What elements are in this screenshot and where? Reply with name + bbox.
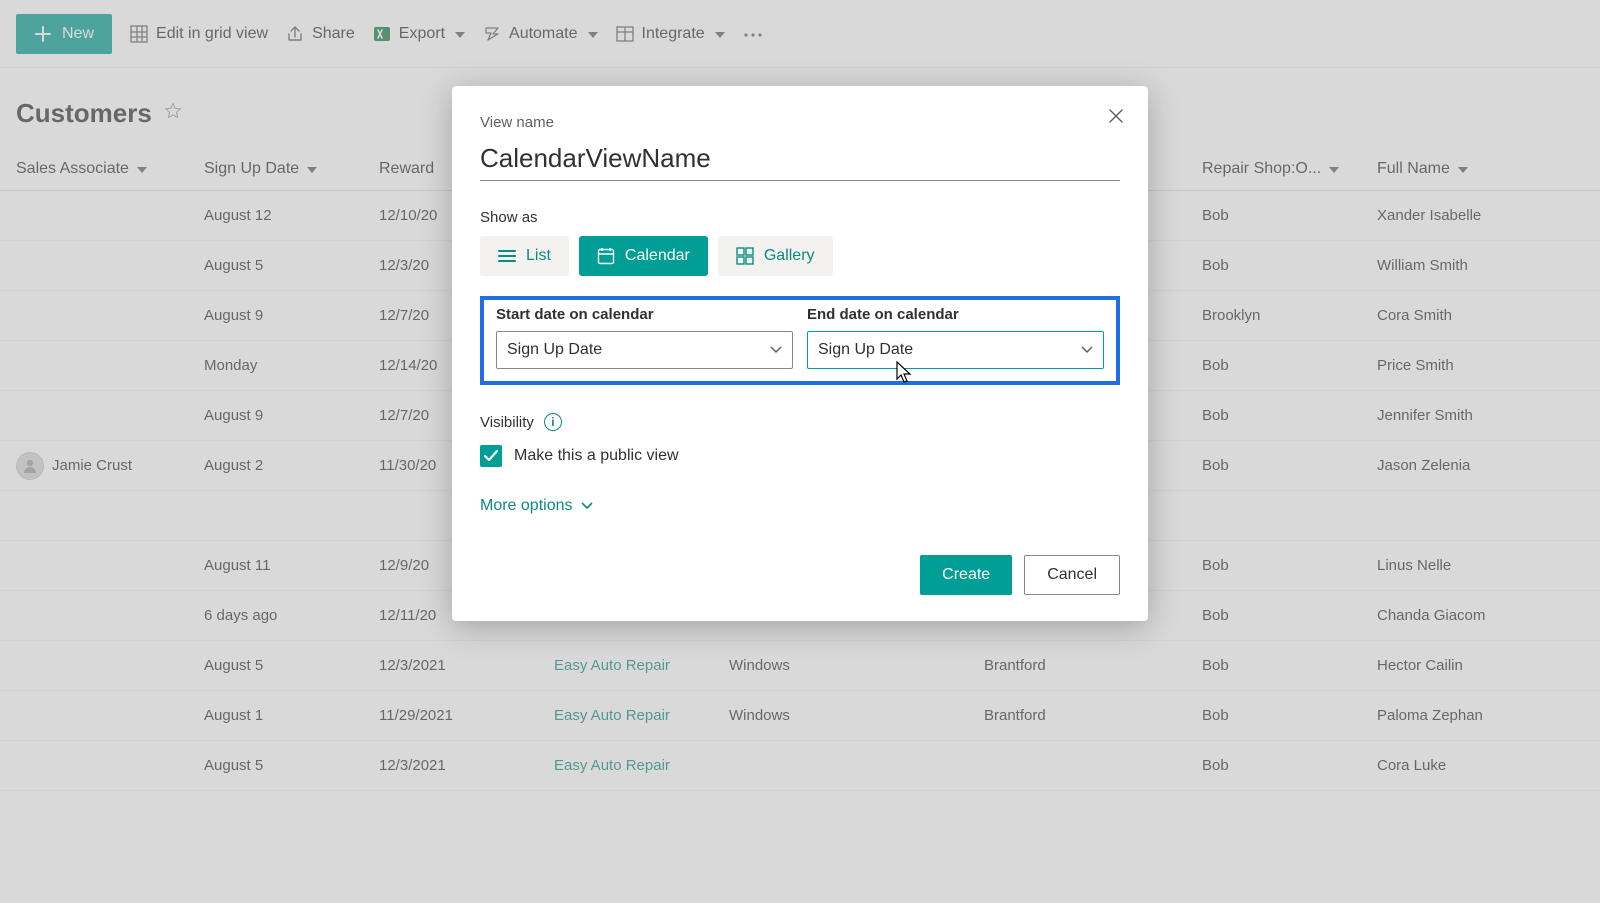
public-view-checkbox[interactable] [480,445,502,467]
more-options-label: More options [480,497,573,515]
gallery-icon [736,247,754,265]
show-as-list-button[interactable]: List [480,236,569,276]
start-date-label: Start date on calendar [496,306,793,323]
close-button[interactable] [1100,100,1132,132]
create-view-dialog: View name Show as List Calendar [452,86,1148,621]
pill-list-label: List [526,247,551,265]
modal-overlay: View name Show as List Calendar [0,0,1600,903]
show-as-options: List Calendar Gallery [480,236,1120,276]
chevron-down-icon [770,341,782,359]
end-date-label: End date on calendar [807,306,1104,323]
end-date-select[interactable]: Sign Up Date [807,331,1104,369]
pill-gallery-label: Gallery [764,247,815,265]
pill-calendar-label: Calendar [625,247,690,265]
view-name-input[interactable] [480,141,1120,181]
chevron-down-icon [1081,341,1093,359]
mouse-cursor-icon [894,360,914,389]
info-icon[interactable]: i [544,413,562,431]
calendar-dates-highlight: Start date on calendar Sign Up Date End … [480,296,1120,385]
more-options-toggle[interactable]: More options [480,497,1120,515]
dialog-footer: Create Cancel [480,555,1120,595]
start-date-value: Sign Up Date [507,341,602,359]
show-as-calendar-button[interactable]: Calendar [579,236,708,276]
cancel-button[interactable]: Cancel [1024,555,1120,595]
calendar-icon [597,247,615,265]
public-view-label: Make this a public view [514,447,679,465]
list-icon [498,247,516,265]
show-as-label: Show as [480,209,1120,226]
visibility-label: Visibility [480,414,534,431]
chevron-down-icon [581,502,593,510]
end-date-value: Sign Up Date [818,341,913,359]
show-as-gallery-button[interactable]: Gallery [718,236,833,276]
create-button[interactable]: Create [920,555,1012,595]
start-date-select[interactable]: Sign Up Date [496,331,793,369]
view-name-label: View name [480,114,1120,131]
